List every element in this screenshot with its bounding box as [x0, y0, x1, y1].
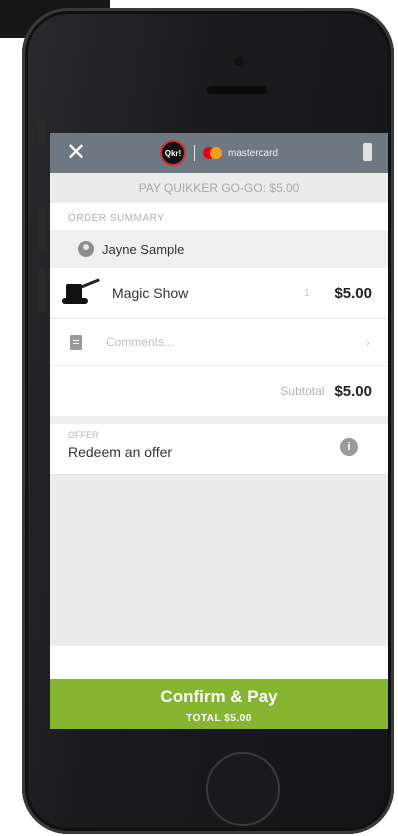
- mastercard-wordmark: mastercard: [227, 147, 278, 159]
- item-name: Magic Show: [112, 285, 189, 301]
- pay-banner: PAY QUIKKER GO-GO: $5.00: [50, 173, 388, 203]
- earpiece-speaker: [207, 86, 267, 94]
- confirm-total: TOTAL $5.00: [186, 713, 252, 724]
- volume-up-button: [38, 208, 46, 252]
- front-camera: [234, 56, 244, 66]
- volume-down-button: [38, 268, 46, 312]
- user-name: Jayne Sample: [102, 241, 185, 257]
- mastercard-logo: mastercard: [202, 147, 278, 159]
- offer-row[interactable]: OFFER Redeem an offer i: [50, 424, 388, 475]
- app-screen: ✕ Qkr! mastercard PAY QUIKKER GO-GO: $5.…: [50, 133, 388, 729]
- close-icon[interactable]: ✕: [66, 141, 86, 165]
- document-icon: [70, 334, 82, 350]
- mastercard-yellow-circle: [209, 147, 222, 159]
- top-bar: ✕ Qkr! mastercard: [50, 133, 388, 173]
- subtotal-value: $5.00: [334, 382, 372, 400]
- subtotal-label: Subtotal: [280, 384, 325, 398]
- mute-switch: [38, 118, 46, 144]
- user-row: Jayne Sample: [50, 230, 388, 268]
- comments-placeholder: Comments...: [106, 335, 175, 349]
- qkr-logo: Qkr!: [159, 140, 186, 166]
- logo-divider: [193, 145, 195, 161]
- item-price: $5.00: [334, 284, 372, 302]
- magic-hat-icon: [60, 278, 100, 308]
- empty-content-area: [50, 475, 388, 646]
- home-button[interactable]: [206, 752, 280, 826]
- confirm-pay-label: Confirm & Pay: [160, 687, 278, 706]
- info-icon[interactable]: i: [340, 438, 358, 456]
- brand-logos: Qkr! mastercard: [159, 140, 278, 166]
- order-item-row[interactable]: Magic Show 1 $5.00: [50, 268, 388, 319]
- chevron-right-icon: ›: [365, 334, 370, 350]
- section-divider: [50, 416, 388, 424]
- confirm-pay-button[interactable]: Confirm & Pay TOTAL $5.00: [50, 679, 388, 729]
- order-summary-heading: ORDER SUMMARY: [68, 213, 165, 224]
- subtotal-row: Subtotal $5.00: [50, 366, 388, 416]
- item-quantity: 1: [303, 287, 310, 299]
- user-avatar-icon: [78, 241, 94, 257]
- comments-field[interactable]: Comments... ›: [50, 319, 388, 366]
- offer-label: OFFER: [68, 430, 99, 440]
- phone-icon: [363, 143, 372, 161]
